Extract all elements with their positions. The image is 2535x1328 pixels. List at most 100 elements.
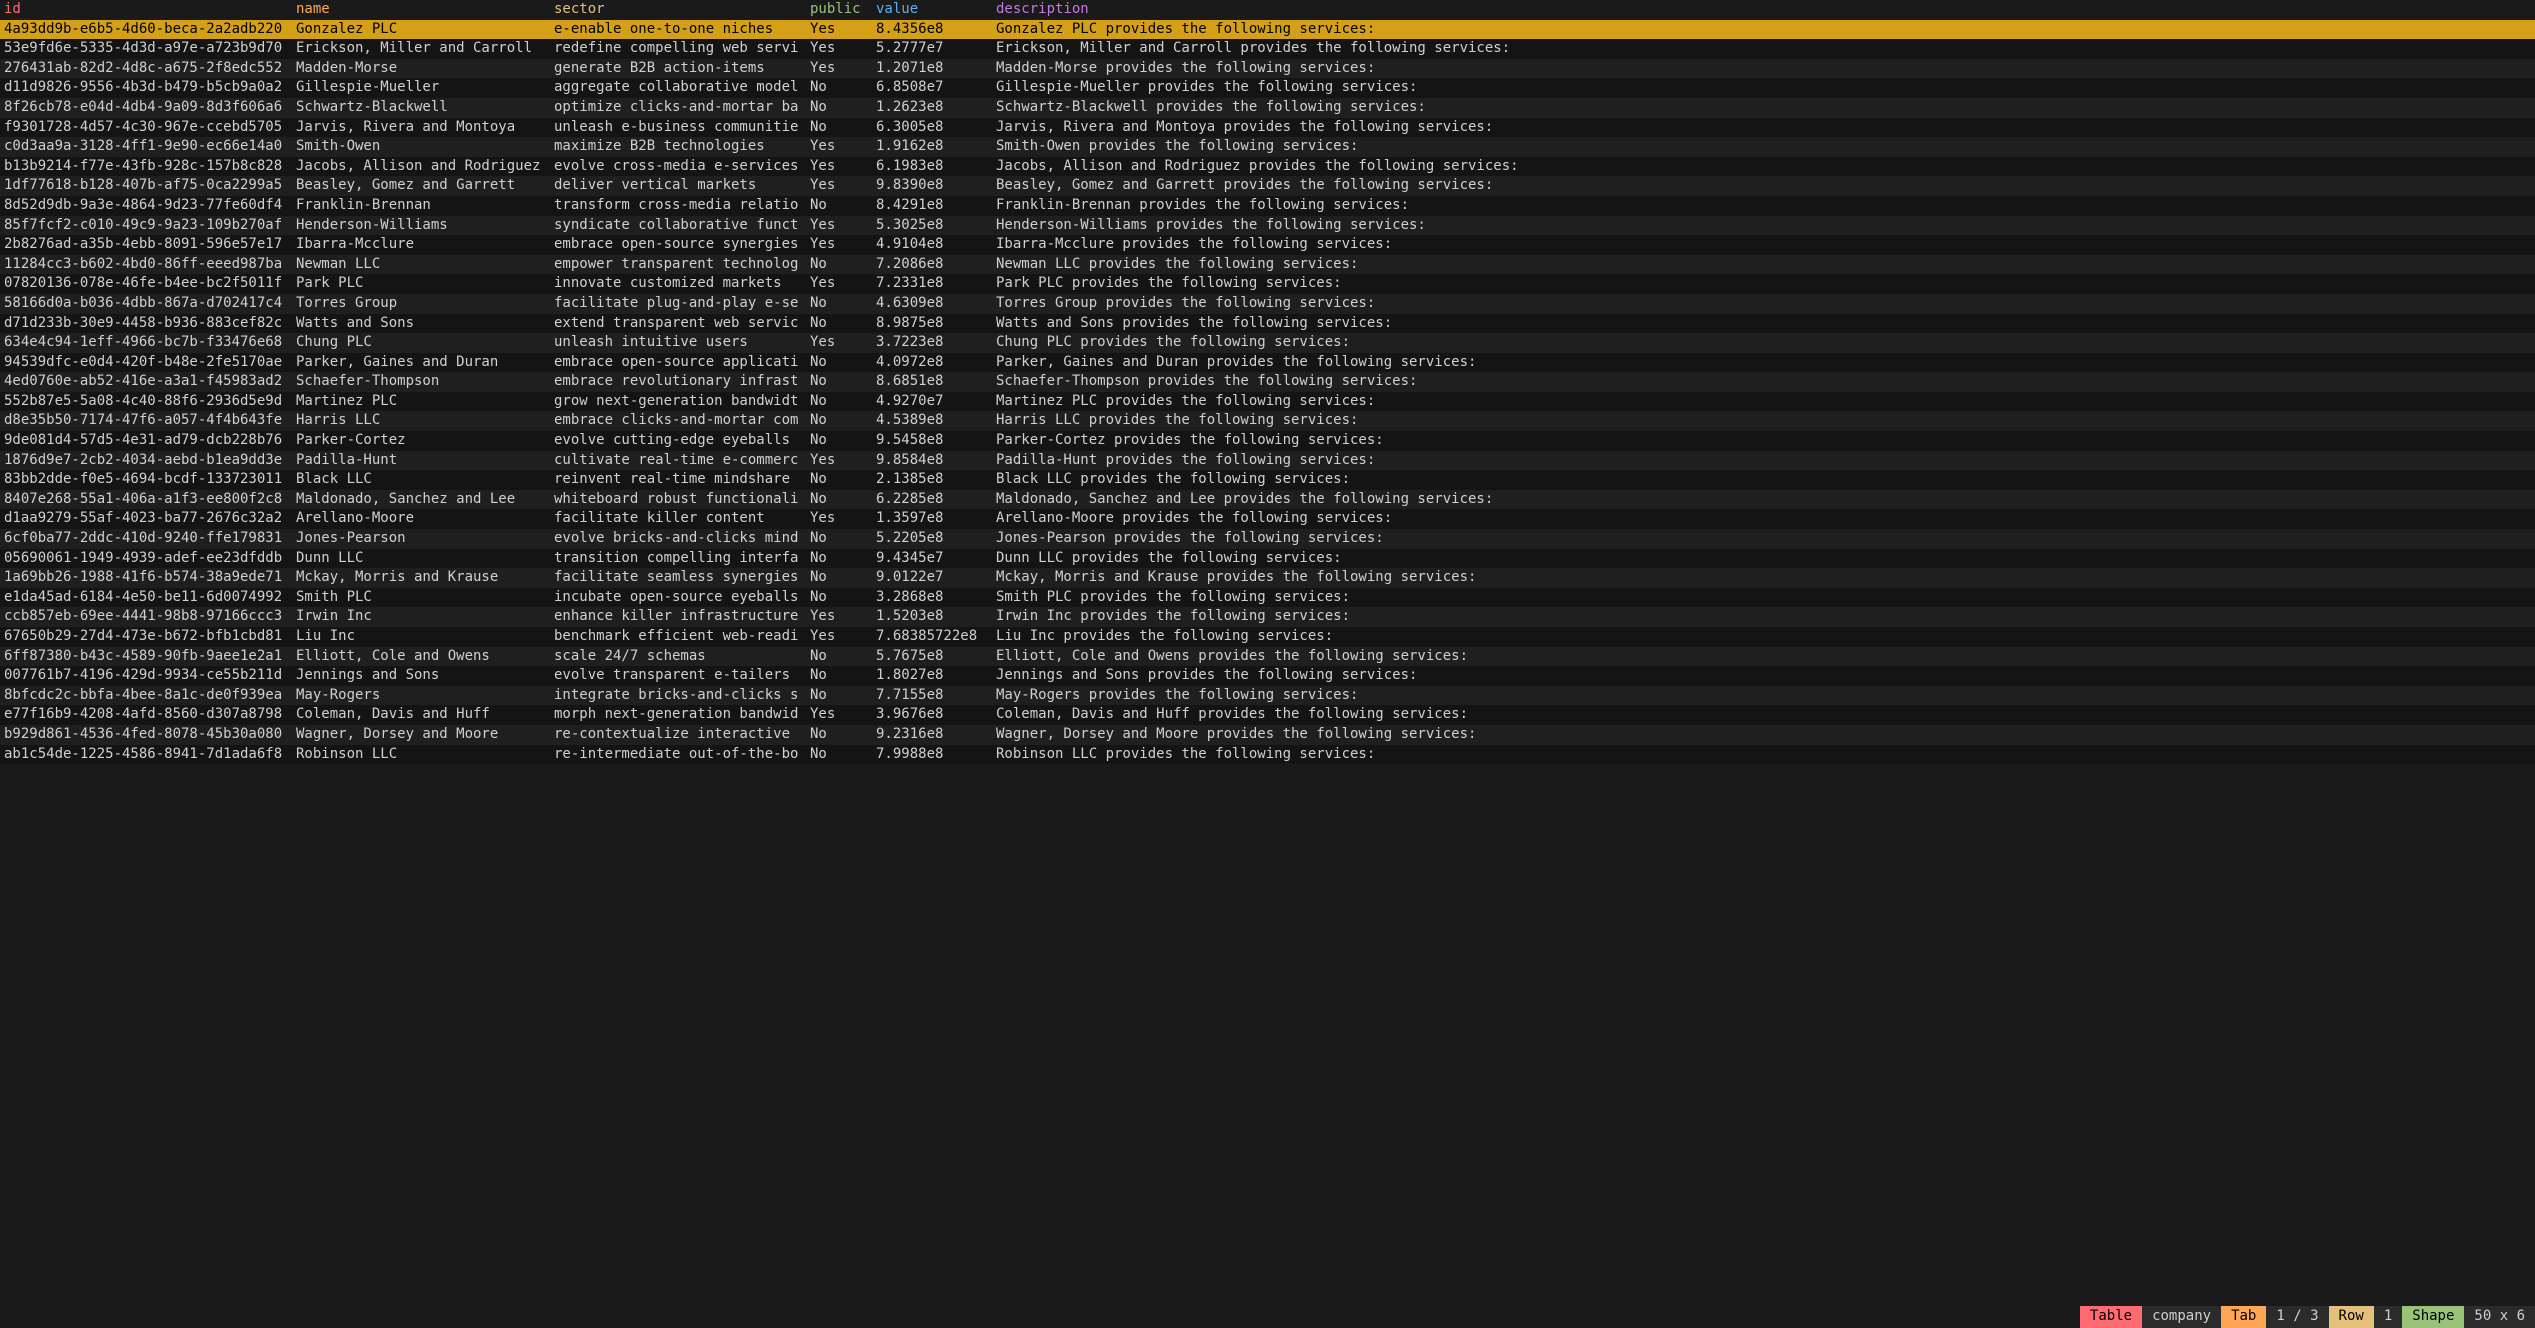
cell-id: 8407e268-55a1-406a-a1f3-ee800f2c8 (0, 490, 296, 510)
cell-name: Padilla-Hunt (296, 451, 554, 471)
table-row[interactable]: 07820136-078e-46fe-b4ee-bc2f5011fPark PL… (0, 274, 2535, 294)
table-row[interactable]: 83bb2dde-f0e5-4694-bcdf-133723011Black L… (0, 470, 2535, 490)
cell-public: No (810, 549, 876, 569)
column-header-sector[interactable]: sector (554, 0, 810, 20)
cell-public: No (810, 392, 876, 412)
cell-public: Yes (810, 176, 876, 196)
cell-id: 1df77618-b128-407b-af75-0ca2299a5 (0, 176, 296, 196)
cell-name: Newman LLC (296, 255, 554, 275)
table-row[interactable]: d8e35b50-7174-47f6-a057-4f4b643feHarris … (0, 411, 2535, 431)
cell-name: Parker, Gaines and Duran (296, 353, 554, 373)
cell-public: No (810, 314, 876, 334)
cell-description: Parker-Cortez provides the following ser… (996, 431, 2535, 451)
cell-description: Black LLC provides the following service… (996, 470, 2535, 490)
cell-name: Elliott, Cole and Owens (296, 647, 554, 667)
cell-description: Torres Group provides the following serv… (996, 294, 2535, 314)
cell-public: No (810, 529, 876, 549)
table-row[interactable]: 85f7fcf2-c010-49c9-9a23-109b270afHenders… (0, 216, 2535, 236)
table-row[interactable]: d1aa9279-55af-4023-ba77-2676c32a2Arellan… (0, 509, 2535, 529)
cell-id: 6ff87380-b43c-4589-90fb-9aee1e2a1 (0, 647, 296, 667)
table-row[interactable]: e77f16b9-4208-4afd-8560-d307a8798Coleman… (0, 705, 2535, 725)
cell-name: Beasley, Gomez and Garrett (296, 176, 554, 196)
cell-value: 7.7155e8 (876, 686, 996, 706)
cell-description: Mckay, Morris and Krause provides the fo… (996, 568, 2535, 588)
cell-public: Yes (810, 59, 876, 79)
cell-public: No (810, 568, 876, 588)
cell-id: 007761b7-4196-429d-9934-ce55b211d (0, 666, 296, 686)
cell-description: Schaefer-Thompson provides the following… (996, 372, 2535, 392)
cell-description: Jacobs, Allison and Rodriguez provides t… (996, 157, 2535, 177)
cell-description: Liu Inc provides the following services: (996, 627, 2535, 647)
table-row[interactable]: 8bfcdc2c-bbfa-4bee-8a1c-de0f939eaMay-Rog… (0, 686, 2535, 706)
table-row[interactable]: 007761b7-4196-429d-9934-ce55b211dJenning… (0, 666, 2535, 686)
table-row[interactable]: d71d233b-30e9-4458-b936-883cef82cWatts a… (0, 314, 2535, 334)
table-row[interactable]: 8407e268-55a1-406a-a1f3-ee800f2c8Maldona… (0, 490, 2535, 510)
table-row[interactable]: 1df77618-b128-407b-af75-0ca2299a5Beasley… (0, 176, 2535, 196)
cell-id: d11d9826-9556-4b3d-b479-b5cb9a0a2 (0, 78, 296, 98)
table-row[interactable]: 53e9fd6e-5335-4d3d-a97e-a723b9d70Erickso… (0, 39, 2535, 59)
table-row[interactable]: ccb857eb-69ee-4441-98b8-97166ccc3Irwin I… (0, 607, 2535, 627)
table-row[interactable]: 11284cc3-b602-4bd0-86ff-eeed987baNewman … (0, 255, 2535, 275)
column-header-description[interactable]: description (996, 0, 2535, 20)
table-row[interactable]: 276431ab-82d2-4d8c-a675-2f8edc552Madden-… (0, 59, 2535, 79)
table-row[interactable]: ab1c54de-1225-4586-8941-7d1ada6f8Robinso… (0, 745, 2535, 765)
cell-sector: evolve cutting-edge eyeballs (554, 431, 810, 451)
cell-description: Madden-Morse provides the following serv… (996, 59, 2535, 79)
table-row[interactable]: 8f26cb78-e04d-4db4-9a09-8d3f606a6Schwart… (0, 98, 2535, 118)
table-row[interactable]: 58166d0a-b036-4dbb-867a-d702417c4Torres … (0, 294, 2535, 314)
cell-id: 85f7fcf2-c010-49c9-9a23-109b270af (0, 216, 296, 236)
cell-description: Erickson, Miller and Carroll provides th… (996, 39, 2535, 59)
cell-id: b929d861-4536-4fed-8078-45b30a080 (0, 725, 296, 745)
cell-name: Wagner, Dorsey and Moore (296, 725, 554, 745)
table-row[interactable]: c0d3aa9a-3128-4ff1-9e90-ec66e14a0Smith-O… (0, 137, 2535, 157)
table-row[interactable]: e1da45ad-6184-4e50-be11-6d0074992Smith P… (0, 588, 2535, 608)
table-row[interactable]: d11d9826-9556-4b3d-b479-b5cb9a0a2 Gillesp… (0, 78, 2535, 98)
column-header-name[interactable]: name (296, 0, 554, 20)
data-table[interactable]: id name sector public value description … (0, 0, 2535, 764)
cell-description: Schwartz-Blackwell provides the followin… (996, 98, 2535, 118)
table-row[interactable]: 6ff87380-b43c-4589-90fb-9aee1e2a1Elliott… (0, 647, 2535, 667)
cell-name: Maldonado, Sanchez and Lee (296, 490, 554, 510)
table-row[interactable]: 94539dfc-e0d4-420f-b48e-2fe5170aeParker,… (0, 353, 2535, 373)
cell-value: 3.2868e8 (876, 588, 996, 608)
table-row[interactable]: f9301728-4d57-4c30-967e-ccebd5705Jarvis,… (0, 118, 2535, 138)
cell-name: May-Rogers (296, 686, 554, 706)
cell-sector: embrace revolutionary infrast (554, 372, 810, 392)
table-row[interactable]: b13b9214-f77e-43fb-928c-157b8c828Jacobs,… (0, 157, 2535, 177)
table-row[interactable]: 67650b29-27d4-473e-b672-bfb1cbd81Liu Inc… (0, 627, 2535, 647)
table-row[interactable]: 1876d9e7-2cb2-4034-aebd-b1ea9dd3ePadilla… (0, 451, 2535, 471)
cell-name: Erickson, Miller and Carroll (296, 39, 554, 59)
table-row[interactable]: 9de081d4-57d5-4e31-ad79-dcb228b76Parker-… (0, 431, 2535, 451)
cell-value: 5.3025e8 (876, 216, 996, 236)
cell-description: Gillespie-Mueller provides the following… (996, 78, 2535, 98)
table-row[interactable]: 1a69bb26-1988-41f6-b574-38a9ede71Mckay, … (0, 568, 2535, 588)
cell-description: Jones-Pearson provides the following ser… (996, 529, 2535, 549)
cell-value: 9.2316e8 (876, 725, 996, 745)
cell-public: Yes (810, 39, 876, 59)
cell-sector: optimize clicks-and-mortar ba (554, 98, 810, 118)
table-row[interactable]: 4a93dd9b-e6b5-4d60-beca-2a2adb220Gonzale… (0, 20, 2535, 40)
cell-id: d8e35b50-7174-47f6-a057-4f4b643fe (0, 411, 296, 431)
column-header-value[interactable]: value (876, 0, 996, 20)
cell-sector: morph next-generation bandwid (554, 705, 810, 725)
cell-description: Harris LLC provides the following servic… (996, 411, 2535, 431)
table-row[interactable]: 05690061-1949-4939-adef-ee23dfddbDunn LL… (0, 549, 2535, 569)
cell-id: e1da45ad-6184-4e50-be11-6d0074992 (0, 588, 296, 608)
cell-sector: deliver vertical markets (554, 176, 810, 196)
table-row[interactable]: 634e4c94-1eff-4966-bc7b-f33476e68Chung P… (0, 333, 2535, 353)
table-row[interactable]: 552b87e5-5a08-4c40-88f6-2936d5e9dMartine… (0, 392, 2535, 412)
cell-public: Yes (810, 509, 876, 529)
table-row[interactable]: 8d52d9db-9a3e-4864-9d23-77fe60df4Frankli… (0, 196, 2535, 216)
cell-name: Harris LLC (296, 411, 554, 431)
column-header-id[interactable]: id (0, 0, 296, 20)
cell-value: 5.2205e8 (876, 529, 996, 549)
table-row[interactable]: b929d861-4536-4fed-8078-45b30a080Wagner,… (0, 725, 2535, 745)
cell-description: Dunn LLC provides the following services… (996, 549, 2535, 569)
table-row[interactable]: 2b8276ad-a35b-4ebb-8091-596e57e17Ibarra-… (0, 235, 2535, 255)
status-row-label: Row (2329, 1306, 2374, 1328)
table-row[interactable]: 4ed0760e-ab52-416e-a3a1-f45983ad2Schaefe… (0, 372, 2535, 392)
table-row[interactable]: 6cf0ba77-2ddc-410d-9240-ffe179831Jones-P… (0, 529, 2535, 549)
cell-public: No (810, 588, 876, 608)
status-shape-label: Shape (2402, 1306, 2464, 1328)
column-header-public[interactable]: public (810, 0, 876, 20)
